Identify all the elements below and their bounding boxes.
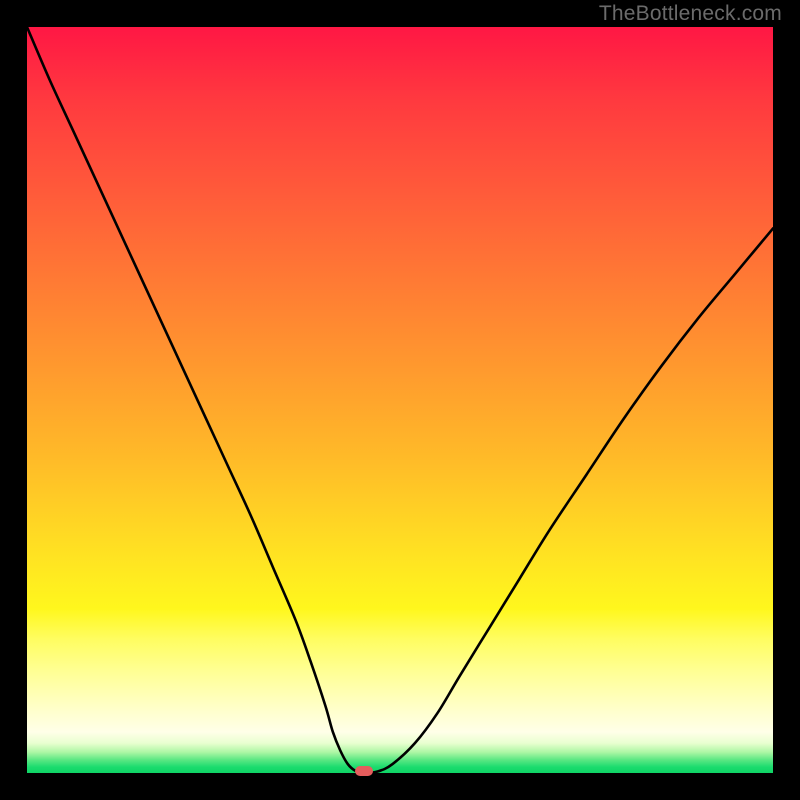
watermark-text: TheBottleneck.com — [599, 2, 782, 26]
bottleneck-curve — [27, 27, 773, 773]
plot-area — [27, 27, 773, 773]
optimum-marker — [355, 766, 373, 776]
chart-frame: TheBottleneck.com — [0, 0, 800, 800]
